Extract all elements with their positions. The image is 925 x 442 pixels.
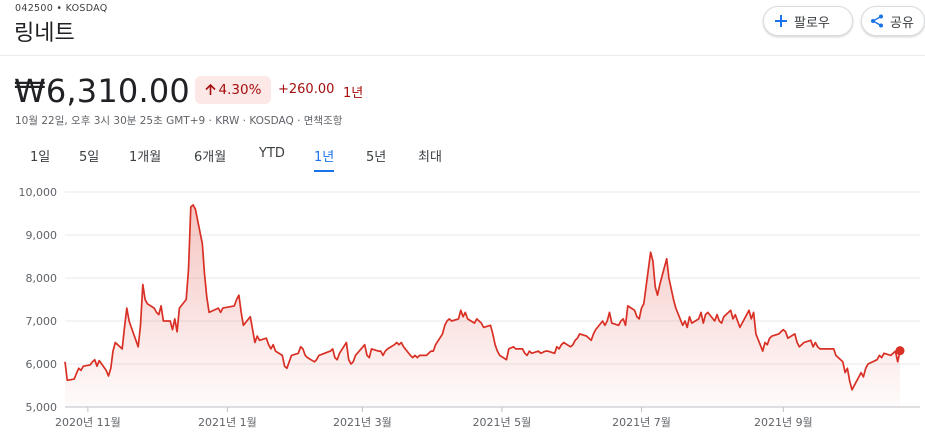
x-tick-label: 2020년 11월 (55, 416, 121, 429)
y-tick-label: 10,000 (19, 186, 58, 199)
y-tick-label: 6,000 (26, 358, 58, 371)
header-divider (0, 55, 925, 56)
follow-button[interactable]: 팔로우 (763, 6, 853, 36)
arrow-up-icon (204, 84, 216, 96)
tab-1y[interactable]: 1년 (314, 146, 335, 172)
company-name: 링네트 (14, 21, 75, 46)
x-tick-label: 2021년 1월 (198, 416, 257, 429)
range-tabs: 1일 5일 1개월 6개월 YTD 1년 5년 최대 (0, 146, 500, 172)
quote-meta: 10월 22일, 오후 3시 30분 25초 GMT+9 · KRW · KOS… (15, 115, 343, 127)
tab-max[interactable]: 최대 (418, 146, 442, 170)
share-label: 공유 (890, 15, 914, 31)
tab-6m[interactable]: 6개월 (194, 146, 226, 170)
share-icon (870, 14, 884, 28)
tab-1d[interactable]: 1일 (30, 146, 50, 170)
y-tick-label: 8,000 (26, 272, 58, 285)
change-amount: +260.00 (278, 82, 335, 97)
y-tick-label: 7,000 (26, 315, 58, 328)
x-tick-label: 2021년 7월 (612, 416, 671, 429)
x-tick-label: 2021년 9월 (754, 416, 813, 429)
current-price-marker (895, 346, 905, 356)
tab-1m[interactable]: 1개월 (129, 146, 161, 170)
y-tick-label: 9,000 (26, 229, 58, 242)
tab-5y[interactable]: 5년 (366, 146, 386, 170)
x-tick-label: 2021년 3월 (333, 416, 392, 429)
tab-5d[interactable]: 5일 (79, 146, 99, 170)
ticker-exchange: 042500 • KOSDAQ (15, 3, 108, 14)
price-chart[interactable]: 5,000 6,000 7,000 8,000 9,000 10,000 2020년 11… (0, 176, 925, 442)
change-period: 1년 (343, 86, 364, 101)
x-tick-label: 2021년 5월 (473, 416, 532, 429)
share-button[interactable]: 공유 (861, 6, 925, 36)
follow-label: 팔로우 (794, 15, 830, 31)
tab-ytd[interactable]: YTD (259, 146, 285, 166)
plus-icon (774, 14, 788, 28)
y-tick-label: 5,000 (26, 401, 58, 414)
change-percent-badge: 4.30% (195, 76, 271, 104)
change-percent: 4.30% (218, 82, 262, 98)
current-price: ₩6,310.00 (14, 72, 190, 110)
